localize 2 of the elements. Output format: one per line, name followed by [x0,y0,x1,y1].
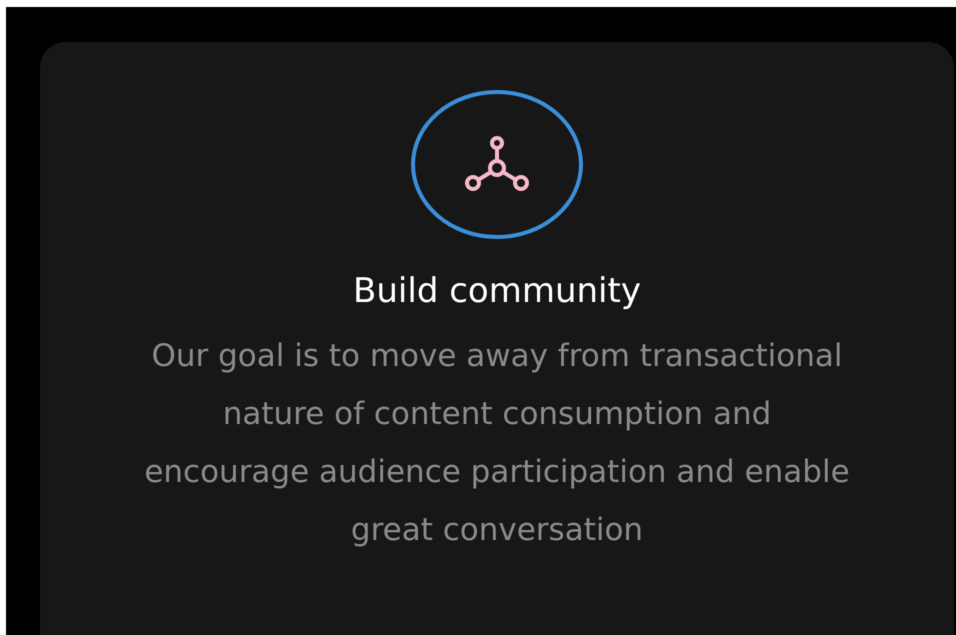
card-description: Our goal is to move away from transactional nature of content consumption and encourage audience participation and enable great conversation [143,337,851,550]
card-title: Build community [353,270,641,313]
